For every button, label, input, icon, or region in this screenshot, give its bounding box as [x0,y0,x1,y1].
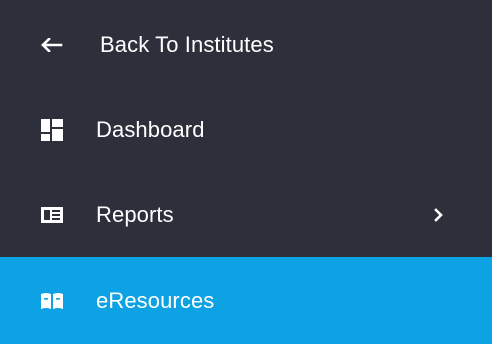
arrow-left-icon [40,33,64,57]
sidebar-nav: Back To Institutes Dashboard Reports eRe… [0,0,492,344]
dashboard-icon [40,118,64,142]
reports-icon [40,203,64,227]
sidebar-item-reports[interactable]: Reports [0,172,492,257]
sidebar-item-label: Reports [96,201,174,227]
sidebar-item-label: Dashboard [96,116,205,142]
back-to-institutes-link[interactable]: Back To Institutes [0,2,492,87]
sidebar-item-eresources[interactable]: eResources [0,257,492,344]
back-to-institutes-label: Back To Institutes [100,31,274,57]
sidebar-item-label: eResources [96,287,215,313]
sidebar-item-dashboard[interactable]: Dashboard [0,87,492,172]
book-open-icon [40,289,64,313]
chevron-right-icon [430,207,446,223]
